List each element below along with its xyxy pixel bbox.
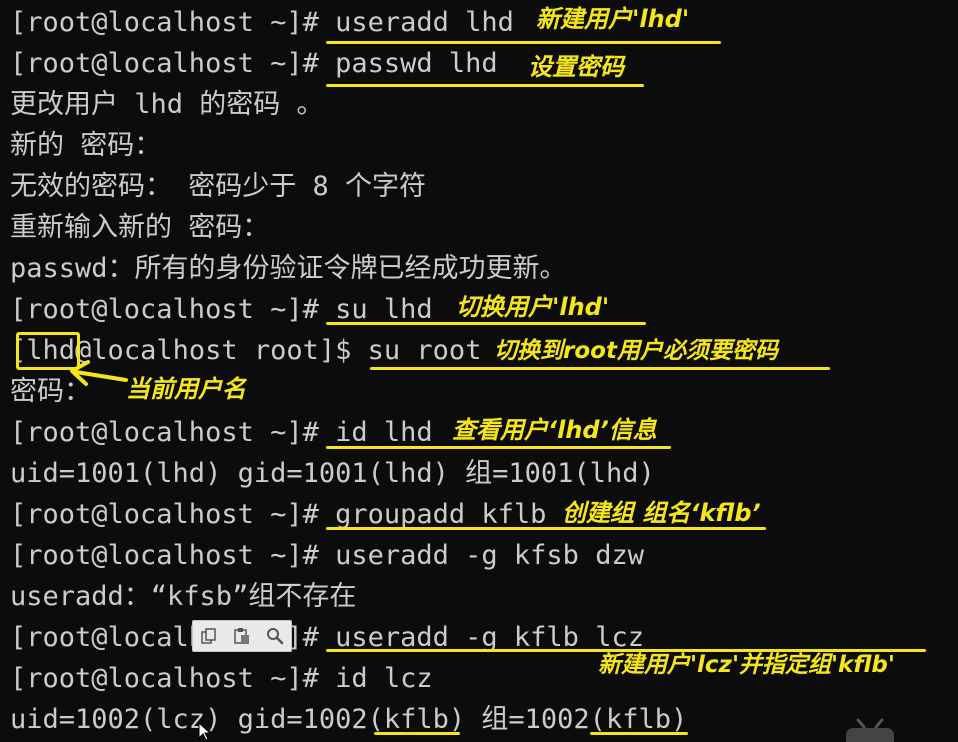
command: useradd lhd — [335, 7, 514, 38]
terminal-line: 新的 密码： — [10, 128, 161, 164]
mouse-cursor-icon — [198, 722, 212, 740]
underline-kflb-gid — [374, 732, 460, 735]
output-text: 无效的密码： 密码少于 8 个字符 — [10, 171, 427, 202]
underline-su-root — [370, 367, 830, 370]
copy-button[interactable] — [197, 624, 221, 648]
prompt: [root@localhost ~]# — [10, 417, 336, 448]
terminal-line: [root@localhost ~]# id lcz — [10, 661, 433, 697]
command: id lcz — [335, 663, 433, 694]
note-switch-root: 切换到root用户必须要密码 — [494, 338, 778, 364]
copy-icon — [201, 628, 217, 644]
command: su lhd — [335, 294, 433, 325]
underline-useradd — [326, 41, 721, 44]
terminal-line: [root@localhost ~]# useradd -g kfsb dzw — [10, 538, 644, 574]
prompt: [root@localhost ~]# — [10, 663, 336, 694]
terminal-line: 更改用户 lhd 的密码 。 — [10, 87, 324, 123]
underline-id-lhd — [326, 446, 671, 449]
terminal-line: 无效的密码： 密码少于 8 个字符 — [10, 169, 426, 205]
terminal-window[interactable]: [root@localhost ~]# useradd lhd [root@loc… — [0, 0, 958, 742]
search-icon — [266, 628, 283, 645]
terminal-line: 重新输入新的 密码： — [10, 210, 269, 246]
command: id lhd — [335, 417, 433, 448]
arrow-icon — [70, 360, 128, 386]
note-current-username: 当前用户名 — [126, 375, 246, 403]
output-text: uid=1002(lcz) gid=1002(kflb) 组=1002(kflb… — [10, 704, 688, 735]
output-text: useradd：“kfsb”组不存在 — [10, 581, 357, 612]
command: su root — [367, 335, 482, 366]
paste-button[interactable] — [230, 624, 254, 648]
command: useradd -g kfsb dzw — [335, 540, 644, 571]
note-view-user: 查看用户‘lhd’信息 — [452, 416, 657, 444]
terminal-line: useradd：“kfsb”组不存在 — [10, 579, 356, 615]
paste-icon — [234, 628, 249, 644]
underline-passwd — [326, 84, 644, 87]
prompt: [root@localhost ~]# — [10, 499, 336, 530]
selection-toolbar — [192, 620, 292, 652]
output-text: 更改用户 lhd 的密码 。 — [10, 89, 324, 120]
command: passwd lhd — [335, 48, 498, 79]
output-text: 新的 密码： — [10, 130, 162, 161]
search-button[interactable] — [263, 624, 287, 648]
bilibili-tv-icon — [846, 718, 894, 742]
note-set-password: 设置密码 — [528, 53, 624, 81]
prompt: [root@localhost ~]# — [10, 7, 336, 38]
note-create-user: 新建用户'lhd' — [536, 5, 690, 33]
note-switch-user: 切换用户'lhd' — [456, 293, 610, 321]
note-create-group: 创建组 组名‘kflb’ — [562, 499, 761, 527]
underline-kflb-group — [590, 732, 688, 735]
prompt: [root@localhost ~]# — [10, 294, 336, 325]
terminal-line: uid=1002(lcz) gid=1002(kflb) 组=1002(kflb… — [10, 702, 687, 738]
prompt: [root@localhost ~]# — [10, 540, 336, 571]
command: groupadd kflb — [335, 499, 547, 530]
prompt: [root@localhost ~]# — [10, 48, 336, 79]
terminal-line: [root@localhost ~]# passwd lhd — [10, 46, 498, 82]
note-create-user-group: 新建用户'lcz'并指定组'kflb' — [598, 652, 895, 678]
terminal-line: passwd：所有的身份验证令牌已经成功更新。 — [10, 251, 567, 287]
output-text: 重新输入新的 密码： — [10, 212, 270, 243]
underline-su-lhd — [326, 322, 646, 325]
output-text: passwd：所有的身份验证令牌已经成功更新。 — [10, 253, 567, 284]
terminal-line: [root@localhost ~]# useradd lhd — [10, 5, 514, 41]
terminal-line: uid=1001(lhd) gid=1001(lhd) 组=1001(lhd) — [10, 456, 655, 492]
output-text: uid=1001(lhd) gid=1001(lhd) 组=1001(lhd) — [10, 458, 655, 489]
